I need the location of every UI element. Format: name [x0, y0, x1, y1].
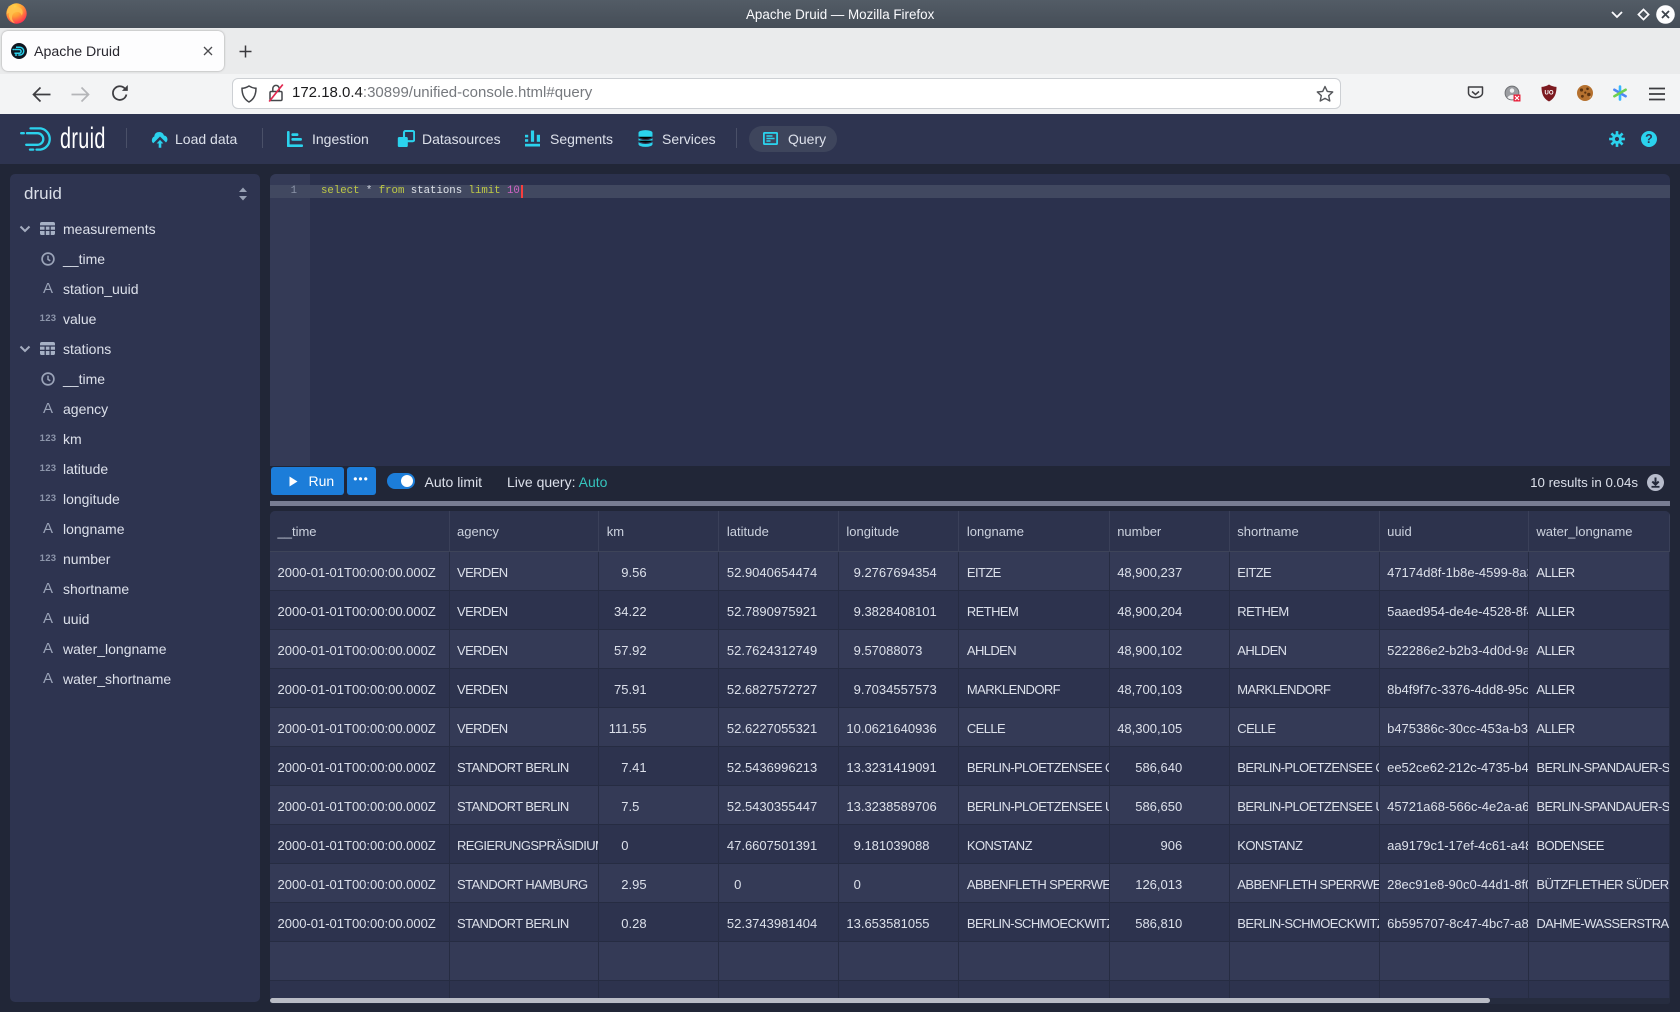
svg-text:?: ?: [1645, 132, 1653, 146]
svg-text:UO: UO: [1545, 91, 1554, 97]
